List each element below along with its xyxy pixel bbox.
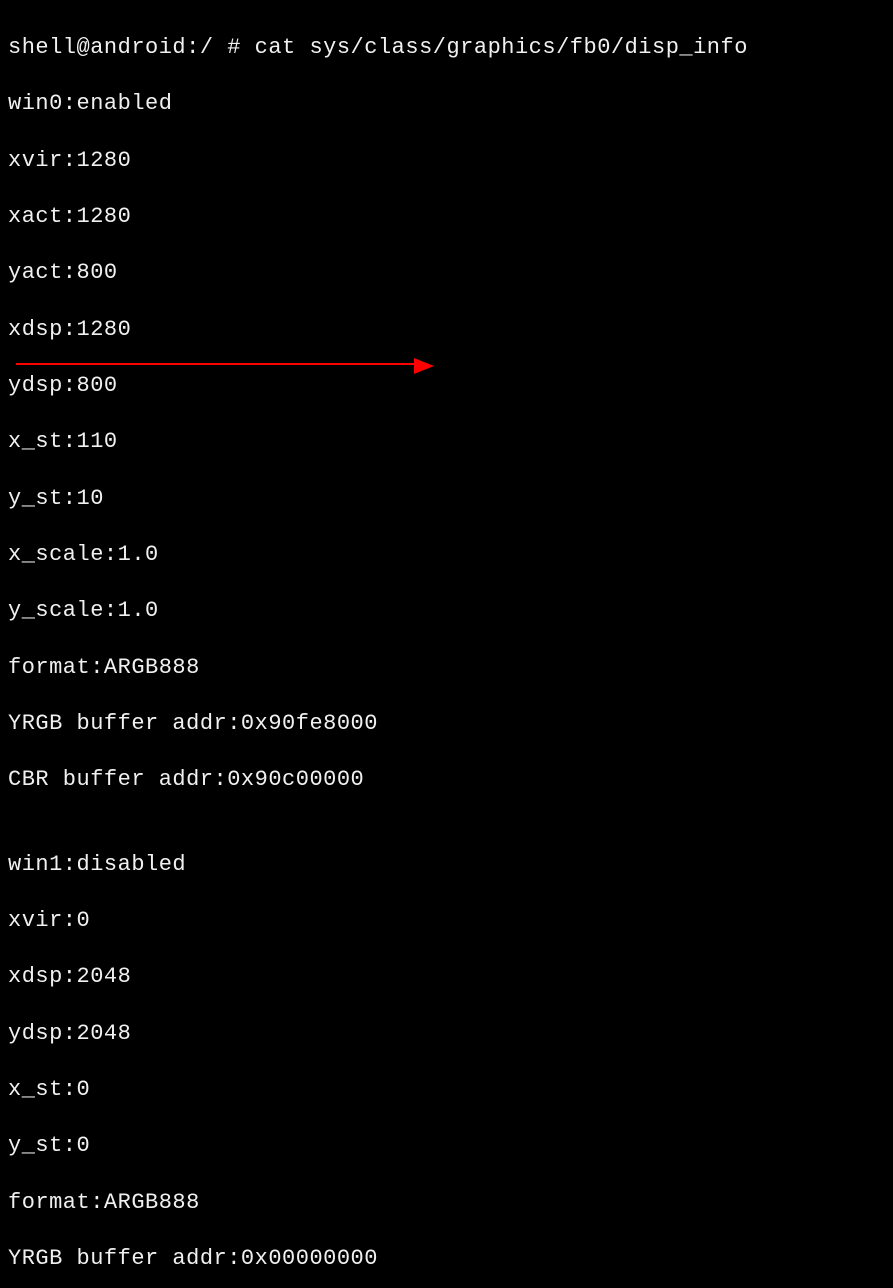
output-y-st: y_st:10: [8, 485, 885, 513]
output-yrgb-addr1: YRGB buffer addr:0x00000000: [8, 1245, 885, 1273]
output-win1-status: win1:disabled: [8, 851, 885, 879]
output-xvir1: xvir:0: [8, 907, 885, 935]
output-yact: yact:800: [8, 259, 885, 287]
output-xdsp1: xdsp:2048: [8, 963, 885, 991]
output-ydsp: ydsp:800: [8, 372, 885, 400]
output-x-st: x_st:110: [8, 428, 885, 456]
output-yrgb-addr0: YRGB buffer addr:0x90fe8000: [8, 710, 885, 738]
output-y-scale: y_scale:1.0: [8, 597, 885, 625]
output-xact: xact:1280: [8, 203, 885, 231]
output-format1: format:ARGB888: [8, 1189, 885, 1217]
output-xvir: xvir:1280: [8, 147, 885, 175]
output-ydsp1: ydsp:2048: [8, 1020, 885, 1048]
command-line: shell@android:/ # cat sys/class/graphics…: [8, 34, 885, 62]
terminal-output: shell@android:/ # cat sys/class/graphics…: [8, 6, 885, 1288]
output-x-scale: x_scale:1.0: [8, 541, 885, 569]
output-cbr-addr: CBR buffer addr:0x90c00000: [8, 766, 885, 794]
command-text: cat sys/class/graphics/fb0/disp_info: [255, 35, 748, 60]
output-win0-status: win0:enabled: [8, 90, 885, 118]
output-xdsp: xdsp:1280: [8, 316, 885, 344]
shell-prompt: shell@android:/ #: [8, 35, 255, 60]
output-y-st1: y_st:0: [8, 1132, 885, 1160]
output-x-st1: x_st:0: [8, 1076, 885, 1104]
output-format0: format:ARGB888: [8, 654, 885, 682]
